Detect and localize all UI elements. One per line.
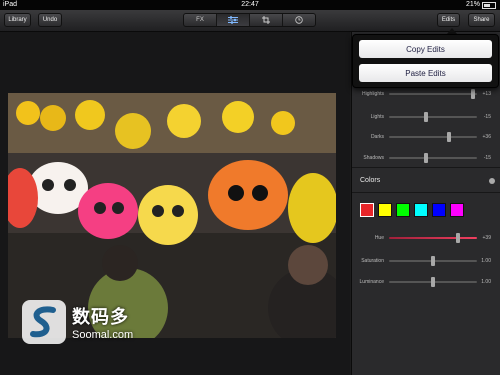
crop-icon <box>262 16 270 24</box>
share-button[interactable]: Share <box>468 13 495 27</box>
slider-label: Highlights <box>362 91 384 97</box>
clock: 22:47 <box>241 1 259 8</box>
top-toolbar: Library Undo FX Edits Share <box>0 10 500 32</box>
color-swatch[interactable] <box>396 203 410 217</box>
clock-icon <box>295 16 303 24</box>
mode-segmented-control: FX <box>183 13 316 27</box>
slider-lights: Lights -15 <box>352 110 500 124</box>
tab-adjust[interactable] <box>217 14 250 26</box>
slider-label: Luminance <box>359 279 384 285</box>
section-divider <box>352 192 500 193</box>
colors-toggle[interactable] <box>489 178 495 184</box>
colors-section-title: Colors <box>360 177 381 184</box>
slider-shadows: Shadows -15 <box>352 151 500 165</box>
color-swatches <box>360 203 464 217</box>
undo-button[interactable]: Undo <box>38 13 62 27</box>
battery-icon <box>482 1 496 9</box>
slider-track[interactable] <box>389 277 477 287</box>
color-swatch[interactable] <box>360 203 374 217</box>
paste-edits-button[interactable]: Paste Edits <box>359 64 492 82</box>
slider-label: Hue <box>374 235 384 241</box>
slider-label: Saturation <box>361 258 384 264</box>
slider-thumb[interactable] <box>455 233 460 243</box>
slider-track[interactable] <box>389 132 477 142</box>
library-button[interactable]: Library <box>4 13 31 27</box>
status-bar: iPad 22:47 21% <box>0 0 500 10</box>
slider-hue: Hue +39 <box>352 231 500 245</box>
slider-thumb[interactable] <box>423 112 428 122</box>
soomal-logo-icon <box>22 300 66 344</box>
slider-value: +36 <box>482 134 491 140</box>
color-swatch[interactable] <box>414 203 428 217</box>
sliders-icon <box>228 16 238 24</box>
color-swatch[interactable] <box>432 203 446 217</box>
slider-track[interactable] <box>389 153 477 163</box>
slider-track[interactable] <box>389 256 477 266</box>
soomal-watermark: 数码多 Soomal.com <box>22 300 133 344</box>
section-divider <box>352 167 500 168</box>
copy-edits-button[interactable]: Copy Edits <box>359 40 492 58</box>
slider-value: 1.00 <box>481 279 491 285</box>
slider-darks: Darks +36 <box>352 130 500 144</box>
tab-crop[interactable] <box>250 14 283 26</box>
slider-track[interactable] <box>389 89 477 99</box>
color-swatch[interactable] <box>378 203 392 217</box>
watermark-en: Soomal.com <box>72 329 134 341</box>
battery-status: 21% <box>466 0 496 10</box>
slider-thumb[interactable] <box>431 277 435 287</box>
slider-highlights: Highlights +13 <box>352 87 500 101</box>
edits-button[interactable]: Edits <box>437 13 460 27</box>
battery-percent: 21% <box>465 1 480 8</box>
slider-value: +13 <box>482 91 491 97</box>
slider-label: Darks <box>370 134 384 140</box>
slider-value: 1.00 <box>481 258 491 264</box>
slider-thumb[interactable] <box>446 132 451 142</box>
slider-value: +39 <box>482 235 491 241</box>
slider-thumb[interactable] <box>423 153 428 163</box>
watermark-cn: 数码多 <box>72 307 129 327</box>
edits-popover: Copy Edits Paste Edits <box>352 34 499 88</box>
slider-luminance: Luminance 1.00 <box>352 275 500 289</box>
slider-thumb[interactable] <box>431 256 435 266</box>
slider-label: Lights <box>370 114 384 120</box>
slider-track[interactable] <box>389 112 477 122</box>
slider-saturation: Saturation 1.00 <box>352 254 500 268</box>
slider-value: -15 <box>483 155 491 161</box>
slider-track[interactable] <box>389 233 477 243</box>
color-swatch[interactable] <box>450 203 464 217</box>
slider-value: -15 <box>483 114 491 120</box>
slider-label: Shadows <box>363 155 384 161</box>
tab-history[interactable] <box>283 14 315 26</box>
slider-thumb[interactable] <box>470 89 475 99</box>
tab-fx[interactable]: FX <box>184 14 217 26</box>
